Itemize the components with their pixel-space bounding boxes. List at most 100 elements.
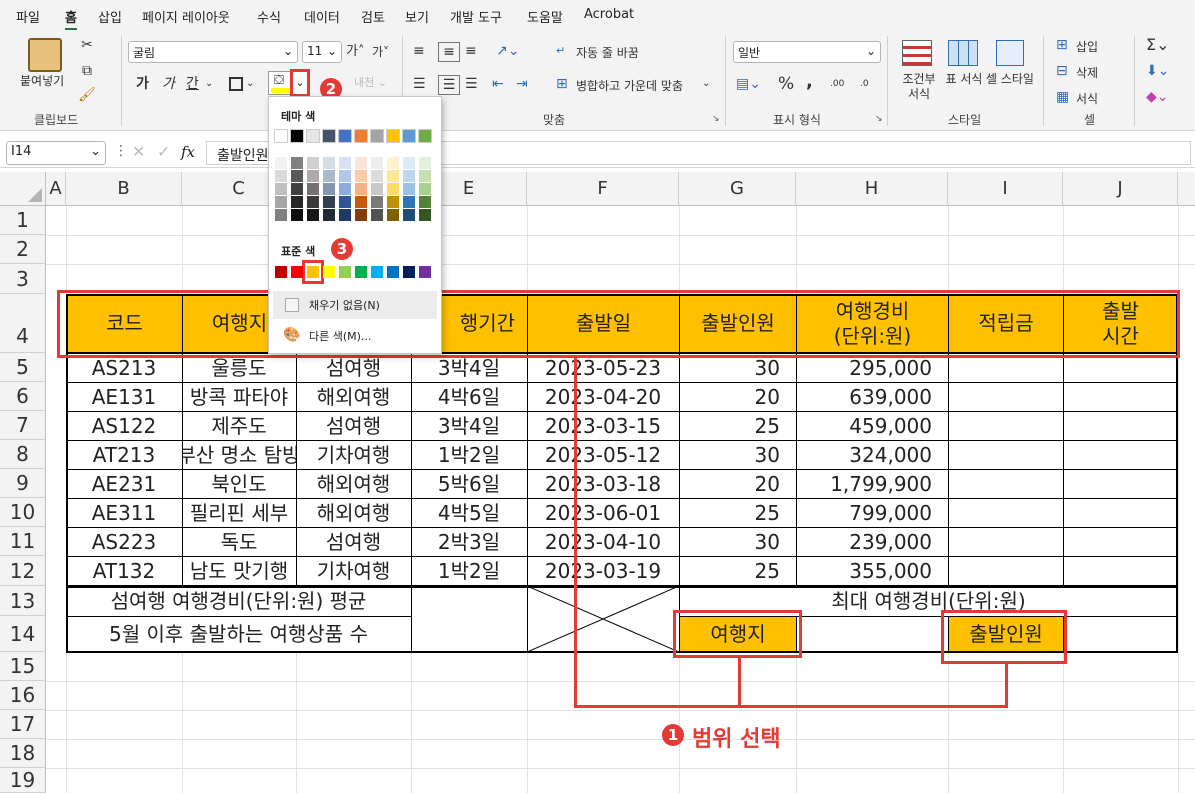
theme-shade-swatch[interactable] — [371, 209, 383, 221]
table-cell-empty[interactable] — [948, 498, 1063, 527]
tab-data[interactable]: 데이터 — [304, 7, 340, 26]
column-header-b[interactable]: B — [66, 172, 182, 206]
table-cell[interactable]: 459,000 — [796, 411, 948, 440]
theme-shade-swatch[interactable] — [339, 209, 351, 221]
wrap-text-icon[interactable]: ↵ — [556, 42, 565, 60]
table-cell-empty[interactable] — [1063, 556, 1178, 585]
underline-button[interactable]: 간 — [186, 75, 199, 93]
enter-icon[interactable]: ✓ — [157, 142, 170, 161]
theme-color-swatch[interactable] — [402, 129, 416, 143]
row-header-14[interactable]: 14 — [0, 616, 46, 652]
table-cell[interactable]: 독도 — [182, 527, 296, 556]
chevron-down-icon[interactable]: ⌄ — [205, 75, 213, 93]
clear-icon[interactable]: ◆⌄ — [1146, 88, 1169, 106]
table-cell-empty[interactable] — [948, 382, 1063, 411]
standard-color-swatch[interactable] — [323, 266, 335, 278]
theme-shade-swatch[interactable] — [403, 170, 415, 182]
theme-shade-swatch[interactable] — [355, 209, 367, 221]
column-header-g[interactable]: G — [679, 172, 796, 206]
format-cells-icon[interactable]: ▦ — [1056, 88, 1069, 106]
tab-home[interactable]: 홈 — [65, 7, 77, 31]
table-cell-empty[interactable] — [948, 440, 1063, 469]
row-header-3[interactable]: 3 — [0, 264, 46, 294]
conditional-format-button[interactable]: 조건부 서식 — [898, 72, 940, 102]
tab-developer[interactable]: 개발 도구 — [450, 7, 502, 26]
theme-shade-swatch[interactable] — [355, 157, 367, 169]
theme-shade-swatch[interactable] — [419, 183, 431, 195]
cell-styles-icon[interactable] — [996, 40, 1024, 66]
column-header-j[interactable]: J — [1063, 172, 1178, 206]
row-header-6[interactable]: 6 — [0, 382, 46, 411]
theme-shade-swatch[interactable] — [371, 170, 383, 182]
table-cell[interactable]: 324,000 — [796, 440, 948, 469]
table-cell[interactable]: 4박6일 — [411, 382, 527, 411]
theme-color-swatch[interactable] — [274, 129, 288, 143]
table-cell[interactable]: 4박5일 — [411, 498, 527, 527]
theme-color-swatch[interactable] — [306, 129, 320, 143]
increase-decimal-button[interactable]: .00 — [830, 75, 844, 93]
italic-button[interactable]: 가 — [162, 75, 175, 93]
theme-shade-swatch[interactable] — [403, 209, 415, 221]
table-cell[interactable]: 20 — [679, 382, 796, 411]
table-cell-empty[interactable] — [1063, 527, 1178, 556]
table-cell[interactable]: AT213 — [66, 440, 182, 469]
theme-shade-swatch[interactable] — [355, 196, 367, 208]
table-cell[interactable]: AT132 — [66, 556, 182, 586]
table-cell[interactable]: 해외여행 — [296, 469, 411, 498]
table-cell[interactable]: AS122 — [66, 411, 182, 440]
name-box[interactable]: I14 ⌄ — [6, 141, 106, 165]
standard-color-swatch[interactable] — [355, 266, 367, 278]
tab-file[interactable]: 파일 — [16, 7, 40, 26]
summary-label-count[interactable]: 5월 이후 출발하는 여행상품 수 — [66, 616, 411, 652]
theme-shade-swatch[interactable] — [275, 170, 287, 182]
tab-acrobat[interactable]: Acrobat — [584, 7, 634, 22]
theme-shade-swatch[interactable] — [339, 170, 351, 182]
theme-color-swatch[interactable] — [290, 129, 304, 143]
comma-button[interactable]: , — [806, 73, 813, 91]
table-cell[interactable]: 1,799,900 — [796, 469, 948, 498]
cut-icon[interactable]: ✂ — [78, 36, 96, 54]
theme-shade-swatch[interactable] — [291, 183, 303, 195]
row-header-19[interactable]: 19 — [0, 768, 46, 793]
standard-color-swatch[interactable] — [275, 266, 287, 278]
dialog-launcher-icon[interactable]: ↘ — [712, 114, 720, 124]
table-cell[interactable]: 방콕 파타야 — [182, 382, 296, 411]
table-cell[interactable]: 2023-05-12 — [527, 440, 679, 469]
theme-shade-swatch[interactable] — [387, 183, 399, 195]
merge-center-icon[interactable]: ⊞ — [556, 75, 568, 93]
table-cell[interactable]: AE311 — [66, 498, 182, 527]
table-cell[interactable]: 639,000 — [796, 382, 948, 411]
theme-shade-swatch[interactable] — [387, 157, 399, 169]
row-header-1[interactable]: 1 — [0, 206, 46, 235]
theme-shade-swatch[interactable] — [387, 196, 399, 208]
table-cell-empty[interactable] — [1063, 498, 1178, 527]
table-cell[interactable]: 기차여행 — [296, 556, 411, 586]
align-right-icon[interactable]: ☰ — [465, 75, 478, 93]
theme-shade-swatch[interactable] — [307, 183, 319, 195]
table-cell[interactable]: 기차여행 — [296, 440, 411, 469]
table-cell-empty[interactable] — [1063, 469, 1178, 498]
fill-color-button[interactable]: ⛋ — [268, 71, 292, 95]
table-cell[interactable]: 30 — [679, 527, 796, 556]
decrease-indent-icon[interactable]: ⇤ — [492, 75, 504, 93]
row-header-2[interactable]: 2 — [0, 235, 46, 264]
theme-color-swatch[interactable] — [370, 129, 384, 143]
row-header-11[interactable]: 11 — [0, 527, 46, 556]
table-cell[interactable]: 2023-03-19 — [527, 556, 679, 586]
theme-shade-swatch[interactable] — [323, 183, 335, 195]
font-size-combo[interactable]: 11 ⌄ — [302, 41, 342, 63]
table-cell[interactable]: 2023-06-01 — [527, 498, 679, 527]
table-cell[interactable]: 섬여행 — [296, 527, 411, 556]
row-header-5[interactable]: 5 — [0, 353, 46, 382]
theme-shade-swatch[interactable] — [403, 157, 415, 169]
paste-button-label[interactable]: 붙여넣기 — [20, 72, 64, 89]
table-cell-empty[interactable] — [948, 469, 1063, 498]
insert-cells-button[interactable]: 삽입 — [1076, 38, 1098, 55]
theme-shade-swatch[interactable] — [275, 196, 287, 208]
table-cell[interactable]: 2023-03-18 — [527, 469, 679, 498]
conditional-format-icon[interactable] — [902, 40, 932, 66]
increase-indent-icon[interactable]: ⇥ — [516, 75, 528, 93]
table-cell[interactable]: 북인도 — [182, 469, 296, 498]
row-header-18[interactable]: 18 — [0, 739, 46, 768]
theme-shade-swatch[interactable] — [307, 170, 319, 182]
